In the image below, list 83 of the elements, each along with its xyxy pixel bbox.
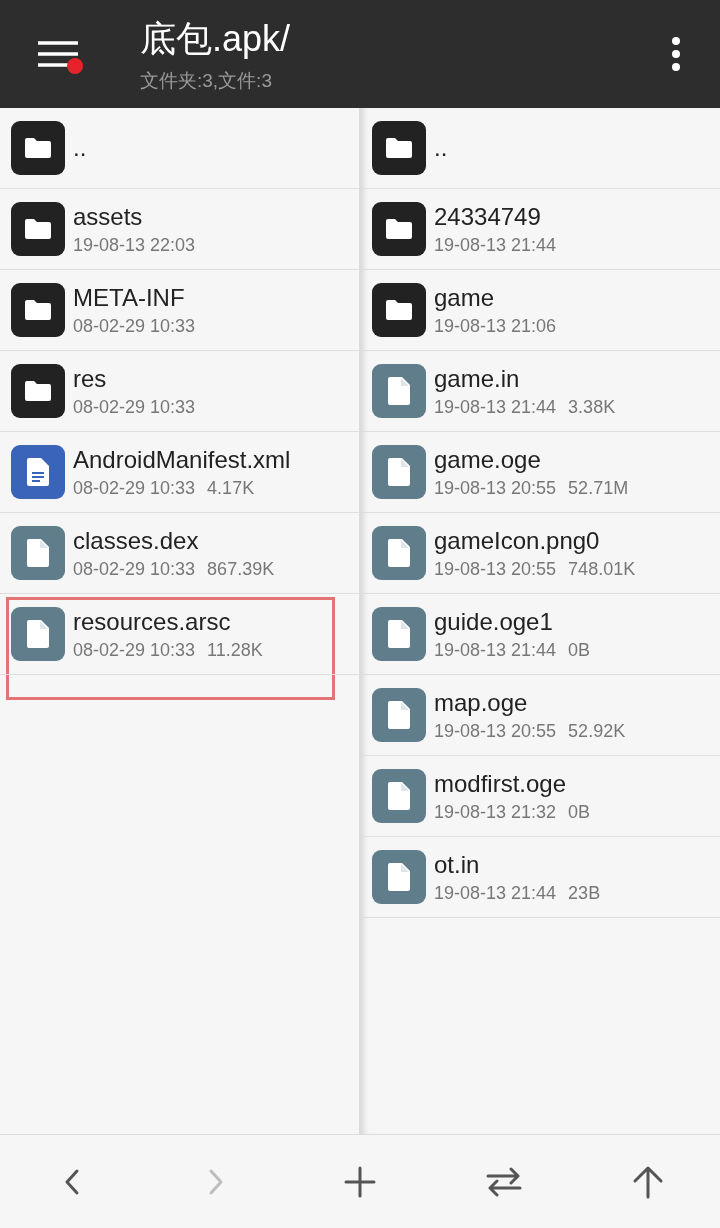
modified-date: 19-08-13 21:44 [434,882,557,904]
file-size: 52.71M [568,477,629,499]
file-name: assets [73,202,144,231]
file-name: game.in [434,364,521,393]
folder-icon [11,283,65,337]
file-row[interactable]: guide.oge1 19-08-13 21:44 0B [361,594,720,675]
file-name: .. [434,134,448,162]
file-name: map.oge [434,688,529,717]
file-size: 3.38K [568,396,616,418]
file-row[interactable]: .. [0,108,359,189]
file-name: gameIcon.png0 [434,526,601,555]
file-name: modfirst.oge [434,769,568,798]
document-icon [11,445,65,499]
file-name: .. [73,134,87,162]
file-row[interactable]: game 19-08-13 21:06 [361,270,720,351]
file-row[interactable]: assets 19-08-13 22:03 [0,189,359,270]
file-row[interactable]: resources.arsc 08-02-29 10:33 11.28K [0,594,359,675]
file-row[interactable]: classes.dex 08-02-29 10:33 867.39K [0,513,359,594]
modified-date: 19-08-13 21:06 [434,315,557,337]
plus-icon [344,1165,376,1198]
folder-summary: 文件夹:3,文件:3 [140,68,273,93]
file-row[interactable]: 24334749 19-08-13 21:44 [361,189,720,270]
folder-icon [372,202,426,256]
file-size: 748.01K [568,558,636,580]
modified-date: 19-08-13 21:44 [434,639,557,661]
file-icon [11,607,65,661]
file-icon [372,688,426,742]
file-name: ot.in [434,850,481,879]
modified-date: 19-08-13 22:03 [73,234,196,256]
menu-icon [37,40,79,68]
file-row[interactable]: modfirst.oge 19-08-13 21:32 0B [361,756,720,837]
file-name: AndroidManifest.xml [73,445,291,474]
modified-date: 19-08-13 20:55 [434,477,557,499]
file-icon [372,769,426,823]
file-size: 11.28K [207,639,263,661]
modified-date: 08-02-29 10:33 [73,396,196,418]
file-row[interactable]: game.in 19-08-13 21:44 3.38K [361,351,720,432]
file-size: 0B [568,639,591,661]
file-name: game [434,283,496,312]
file-row[interactable]: game.oge 19-08-13 20:55 52.71M [361,432,720,513]
modified-date: 08-02-29 10:33 [73,315,196,337]
file-row[interactable]: META-INF 08-02-29 10:33 [0,270,359,351]
modified-date: 19-08-13 21:44 [434,234,557,256]
file-icon [372,364,426,418]
folder-icon [11,202,65,256]
folder-title: 底包.apk/ [140,16,292,61]
folder-icon [11,364,65,418]
file-row[interactable]: AndroidManifest.xml 08-02-29 10:33 4.17K [0,432,359,513]
file-icon [372,607,426,661]
file-name: game.oge [434,445,542,474]
file-size: 867.39K [207,558,275,580]
folder-icon [372,283,426,337]
file-name: META-INF [73,283,186,312]
file-name: classes.dex [73,526,200,555]
file-row[interactable]: res 08-02-29 10:33 [0,351,359,432]
modified-date: 19-08-13 21:32 [434,801,557,823]
file-size: 52.92K [568,720,626,742]
file-name: res [73,364,108,393]
file-row[interactable]: .. [361,108,720,189]
file-name: 24334749 [434,202,542,231]
arrow-up-icon [632,1164,664,1199]
file-row[interactable]: gameIcon.png0 19-08-13 20:55 748.01K [361,513,720,594]
modified-date: 19-08-13 20:55 [434,558,557,580]
file-name: resources.arsc [73,607,232,636]
file-icon [11,526,65,580]
more-vertical-icon [671,37,681,71]
file-size: 23B [568,882,601,904]
file-icon [372,526,426,580]
file-icon [372,445,426,499]
file-row[interactable]: map.oge 19-08-13 20:55 52.92K [361,675,720,756]
file-size: 4.17K [207,477,255,499]
modified-date: 08-02-29 10:33 [73,639,196,661]
modified-date: 08-02-29 10:33 [73,558,196,580]
file-name: guide.oge1 [434,607,554,636]
modified-date: 19-08-13 21:44 [434,396,557,418]
folder-icon [372,121,426,175]
swap-arrows-icon [484,1165,524,1198]
file-icon [372,850,426,904]
file-size: 0B [568,801,591,823]
file-row[interactable]: ot.in 19-08-13 21:44 23B [361,837,720,918]
modified-date: 08-02-29 10:33 [73,477,196,499]
folder-icon [11,121,65,175]
modified-date: 19-08-13 20:55 [434,720,557,742]
